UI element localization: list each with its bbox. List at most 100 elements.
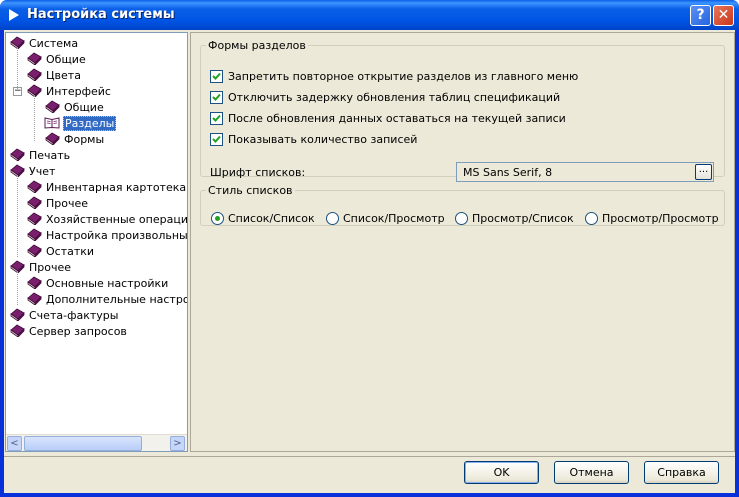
tree-connector bbox=[34, 95, 35, 141]
title-close-button[interactable]: ✕ bbox=[713, 5, 734, 26]
tree-item[interactable]: Общие bbox=[44, 100, 105, 116]
book-icon bbox=[26, 212, 42, 226]
checkbox-label: Отключить задержку обновления таблиц спе… bbox=[228, 91, 561, 104]
option-checkbox[interactable]: Показывать количество записей bbox=[210, 133, 417, 149]
tree-item[interactable]: Счета-фактуры bbox=[9, 308, 119, 324]
tree-item-label: Прочее bbox=[29, 261, 72, 274]
list-style-radio[interactable]: Просмотр/Просмотр bbox=[585, 212, 719, 228]
tree-item-label: Интерфейс bbox=[46, 85, 111, 98]
book-icon bbox=[26, 196, 42, 210]
book-icon bbox=[26, 180, 42, 194]
dialog-client: Система Общие Цвета Интерфейс − Общие Разделы Ф… bbox=[4, 30, 735, 493]
tree-item[interactable]: Остатки bbox=[26, 244, 95, 260]
tree-item-label: Система bbox=[29, 37, 79, 50]
book-icon bbox=[9, 148, 25, 162]
scroll-right-button[interactable]: > bbox=[170, 436, 185, 451]
tree-item[interactable]: Сервер запросов bbox=[9, 324, 128, 340]
tree-item-label: Общие bbox=[46, 53, 86, 66]
dialog-window: Настройка системы ? ✕ Система Общие Цвета И… bbox=[0, 0, 739, 497]
settings-panel: Формы разделов Запретить повторное откры… bbox=[190, 32, 735, 452]
separator bbox=[4, 456, 735, 457]
option-checkbox[interactable]: Запретить повторное открытие разделов из… bbox=[210, 70, 578, 86]
radio-label: Список/Список bbox=[228, 212, 315, 225]
tree-item-label: Учет bbox=[29, 165, 56, 178]
checkmark-icon[interactable] bbox=[210, 112, 223, 125]
checkmark-icon[interactable] bbox=[210, 70, 223, 83]
tree-item-label: Цвета bbox=[46, 69, 81, 82]
tree-item[interactable]: Формы bbox=[44, 132, 105, 148]
tree-item-label: Настройка произвольных д bbox=[46, 229, 188, 242]
list-style-group: Стиль списков Список/Список Список/Просмо… bbox=[200, 184, 725, 226]
radio-icon[interactable] bbox=[211, 212, 224, 225]
list-style-radio[interactable]: Просмотр/Список bbox=[455, 212, 574, 228]
radio-icon[interactable] bbox=[455, 212, 468, 225]
book-icon bbox=[26, 68, 42, 82]
tree-item[interactable]: Прочее bbox=[9, 260, 72, 276]
tree-item[interactable]: Прочее bbox=[26, 196, 89, 212]
tree-connector bbox=[17, 175, 18, 257]
font-browse-button[interactable]: ... bbox=[695, 164, 712, 180]
checkmark-icon[interactable] bbox=[210, 133, 223, 146]
tree-item[interactable]: Разделы bbox=[44, 116, 117, 132]
tree-item[interactable]: Основные настройки bbox=[26, 276, 169, 292]
tree-item-label: Общие bbox=[64, 101, 104, 114]
book-icon bbox=[26, 228, 42, 242]
ok-button[interactable]: OK bbox=[464, 461, 539, 484]
book-icon bbox=[26, 244, 42, 258]
radio-icon[interactable] bbox=[585, 212, 598, 225]
tree-item-label: Разделы bbox=[63, 116, 117, 131]
font-field: MS Sans Serif, 8 ... bbox=[456, 162, 714, 182]
checkmark-icon[interactable] bbox=[210, 91, 223, 104]
settings-tree[interactable]: Система Общие Цвета Интерфейс − Общие Разделы Ф… bbox=[5, 32, 188, 452]
tree-item[interactable]: Общие bbox=[26, 52, 87, 68]
tree-connector bbox=[17, 47, 18, 89]
option-checkbox[interactable]: После обновления данных оставаться на те… bbox=[210, 112, 566, 128]
scroll-left-button[interactable]: < bbox=[7, 436, 22, 451]
list-style-group-legend: Стиль списков bbox=[208, 184, 293, 197]
tree-item-label: Хозяйственные операции bbox=[46, 213, 188, 226]
list-style-radio[interactable]: Список/Просмотр bbox=[326, 212, 445, 228]
checkbox-label: После обновления данных оставаться на те… bbox=[228, 112, 566, 125]
radio-label: Просмотр/Список bbox=[472, 212, 574, 225]
tree-item-label: Дополнительные настройк bbox=[46, 293, 188, 306]
book-icon bbox=[26, 276, 42, 290]
book-icon bbox=[44, 100, 60, 114]
checkbox-label: Показывать количество записей bbox=[228, 133, 418, 146]
book-icon bbox=[44, 132, 60, 146]
arrow-icon bbox=[9, 9, 19, 21]
tree-item[interactable]: Цвета bbox=[26, 68, 82, 84]
forms-group: Формы разделов Запретить повторное откры… bbox=[200, 39, 725, 182]
tree-horizontal-scrollbar[interactable]: < > bbox=[6, 434, 187, 451]
help-button[interactable]: Справка bbox=[644, 461, 719, 484]
font-label: Шрифт списков: bbox=[210, 166, 306, 179]
tree-item-label: Сервер запросов bbox=[29, 325, 127, 338]
book-icon bbox=[9, 324, 25, 338]
tree-item[interactable]: Настройка произвольных д bbox=[26, 228, 188, 244]
book-icon bbox=[9, 308, 25, 322]
option-checkbox[interactable]: Отключить задержку обновления таблиц спе… bbox=[210, 91, 560, 107]
window-title: Настройка системы bbox=[27, 7, 175, 22]
tree-item-label: Прочее bbox=[46, 197, 89, 210]
cancel-button[interactable]: Отмена bbox=[554, 461, 629, 484]
font-value: MS Sans Serif, 8 bbox=[463, 166, 553, 179]
tree-item[interactable]: Дополнительные настройк bbox=[26, 292, 188, 308]
title-help-button[interactable]: ? bbox=[690, 5, 711, 26]
scroll-thumb[interactable] bbox=[24, 436, 142, 451]
title-bar[interactable]: Настройка системы ? ✕ bbox=[0, 0, 739, 30]
book-icon bbox=[26, 292, 42, 306]
tree-item[interactable]: Хозяйственные операции bbox=[26, 212, 188, 228]
list-style-radio[interactable]: Список/Список bbox=[211, 212, 315, 228]
tree-item[interactable]: Инвентарная картотека bbox=[26, 180, 187, 196]
tree-item-label: Счета-фактуры bbox=[29, 309, 119, 322]
tree-item-label: Основные настройки bbox=[46, 277, 169, 290]
radio-icon[interactable] bbox=[326, 212, 339, 225]
radio-label: Список/Просмотр bbox=[343, 212, 445, 225]
book-icon bbox=[26, 52, 42, 66]
open-book-icon bbox=[44, 116, 60, 129]
tree-item[interactable]: Печать bbox=[9, 148, 71, 164]
radio-label: Просмотр/Просмотр bbox=[602, 212, 719, 225]
checkbox-label: Запретить повторное открытие разделов из… bbox=[228, 70, 579, 83]
tree-item[interactable]: Интерфейс bbox=[26, 84, 112, 100]
tree-item-label: Формы bbox=[64, 133, 105, 146]
tree-item[interactable]: Система bbox=[9, 36, 79, 52]
